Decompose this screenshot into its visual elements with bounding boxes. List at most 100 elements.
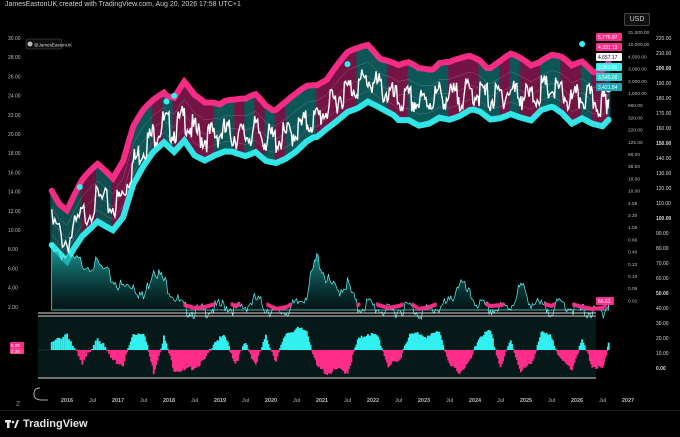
left-axis-tick-label: 24.00 <box>8 94 21 100</box>
momentum-bar <box>442 344 445 350</box>
right-inner-axis-tick-label: 4.55 <box>628 201 638 207</box>
momentum-bar <box>159 350 162 353</box>
right-outer-axis-tick-label: 190.00 <box>656 81 672 87</box>
momentum-bar <box>71 345 74 350</box>
right-inner-axis-tick-label: 10.00 <box>628 189 640 195</box>
x-axis-tick-label: Jul <box>497 398 504 404</box>
right-inner-axis-tick-label: 0.05 <box>628 286 638 292</box>
momentum-bar <box>108 350 111 355</box>
momentum-bar <box>494 349 497 350</box>
momentum-bar <box>381 348 383 350</box>
right-inner-axis-tick-label: 68.00 <box>628 152 640 158</box>
x-axis-tick-label: Jul <box>548 398 555 404</box>
brand-name: TradingView <box>23 418 88 430</box>
left-axis-tick-label: 10.00 <box>8 228 21 234</box>
momentum-bar <box>259 350 262 351</box>
x-axis-tick-label: 2023 <box>418 398 430 404</box>
left-axis-tick-label: 2.00 <box>8 305 18 311</box>
momentum-bar <box>100 343 103 350</box>
x-axis-tick-label: Jul <box>293 398 300 404</box>
right-outer-axis-tick-label: 150.00 <box>656 141 672 147</box>
x-axis-tick-label: Jul <box>242 398 249 404</box>
tradingview-brand[interactable]: TradingView <box>5 418 88 430</box>
momentum-bar <box>54 339 57 350</box>
left-axis-tick-label: 4.00 <box>8 286 18 292</box>
right-inner-axis-tick-label: 38.00 <box>628 164 640 170</box>
currency-selector[interactable]: USD <box>624 13 650 26</box>
momentum-bar <box>50 342 53 350</box>
momentum-bar <box>401 350 404 353</box>
right-inner-axis-tick-label: 1,500.00 <box>628 91 647 97</box>
x-axis-tick-label: 2018 <box>163 398 175 404</box>
x-axis-tick-label: 2020 <box>265 398 277 404</box>
peak-marker <box>579 40 586 47</box>
timezone-marker: Z <box>16 401 21 408</box>
right-outer-axis-tick-label: 210.00 <box>656 51 672 57</box>
momentum-bar <box>309 345 312 350</box>
x-axis-tick-label: Jul <box>89 398 96 404</box>
price-label-text: 3,545.00 <box>598 75 618 81</box>
left-axis-tick-label: 20.00 <box>8 132 21 138</box>
right-inner-axis-tick-label: 125.00 <box>628 140 643 146</box>
momentum-bar <box>102 342 105 350</box>
momentum-bar <box>126 350 128 353</box>
corner-logo-icon <box>33 387 48 401</box>
momentum-bar <box>58 337 61 350</box>
momentum-bar <box>207 350 210 353</box>
momentum-bar <box>110 350 112 358</box>
right-outer-axis-tick-label: 100.00 <box>656 216 672 222</box>
lower-value-label: 6.26 <box>11 343 20 348</box>
peak-marker <box>344 61 351 68</box>
momentum-bar <box>352 350 355 352</box>
right-inner-axis-tick-label: 18.00 <box>628 176 640 182</box>
momentum-bar <box>66 333 68 350</box>
momentum-bar <box>208 348 211 350</box>
momentum-bar <box>504 350 507 352</box>
momentum-bar <box>81 350 84 365</box>
x-axis-tick-label: 2021 <box>316 398 328 404</box>
right-outer-axis-tick-label: 170.00 <box>656 111 672 117</box>
right-inner-axis-tick-label: 3,000.00 <box>628 67 647 73</box>
momentum-bar <box>577 350 580 354</box>
right-outer-axis-tick-label: 40.00 <box>656 306 669 312</box>
price-label-text: 4,657.17 <box>598 55 618 61</box>
momentum-bar <box>471 350 474 355</box>
price-label-text: 4,331.13 <box>598 45 618 51</box>
oscillator-low-mark <box>212 302 216 307</box>
x-axis-tick-label: 2022 <box>367 398 379 404</box>
right-inner-axis-tick-label: 1.05 <box>628 225 638 231</box>
right-inner-axis-tick-label: 2,000.00 <box>628 79 647 85</box>
momentum-bar <box>240 350 243 351</box>
momentum-bar <box>98 341 101 350</box>
right-outer-axis-tick-label: 50.00 <box>656 291 669 297</box>
right-outer-axis-tick-label: 30.00 <box>656 321 669 327</box>
x-axis-tick-label: 2026 <box>571 398 583 404</box>
left-axis-tick-label: 28.00 <box>8 55 21 61</box>
right-outer-axis-tick-label: 140.00 <box>656 156 672 162</box>
momentum-bar <box>166 348 169 350</box>
momentum-bar <box>62 336 65 350</box>
x-axis-tick-label: 2024 <box>469 398 482 404</box>
left-axis-tick-label: 14.00 <box>8 190 21 196</box>
momentum-bar <box>87 350 90 353</box>
right-outer-axis-tick-label: 120.00 <box>656 186 672 192</box>
chart-canvas[interactable]: 30.00 28.00 26.00 24.00 22.00 20.00 18.00 16.00… <box>0 0 680 410</box>
momentum-bar <box>106 350 109 352</box>
momentum-bar <box>64 334 67 350</box>
momentum-bar <box>96 338 99 350</box>
right-inner-axis-tick-label: 0.40 <box>628 250 638 256</box>
right-outer-axis-tick-label: 60.00 <box>656 276 669 282</box>
momentum-bar <box>606 350 609 351</box>
left-axis-tick-label: 16.00 <box>8 170 21 176</box>
momentum-bar <box>511 344 513 350</box>
watermark-avatar-icon <box>27 41 33 47</box>
right-inner-axis-tick-label: 0.22 <box>628 262 638 268</box>
right-inner-axis-tick-label: 220.00 <box>628 128 643 134</box>
price-label-text: 3,421.84 <box>598 85 618 91</box>
momentum-bar <box>69 341 72 350</box>
right-inner-axis-tick-label: 660.00 <box>628 103 643 109</box>
momentum-bar <box>92 344 95 350</box>
peak-marker <box>171 92 178 99</box>
right-inner-axis-tick-label: 4,500.00 <box>628 54 647 60</box>
right-outer-axis-tick-label: 200.00 <box>656 66 672 72</box>
